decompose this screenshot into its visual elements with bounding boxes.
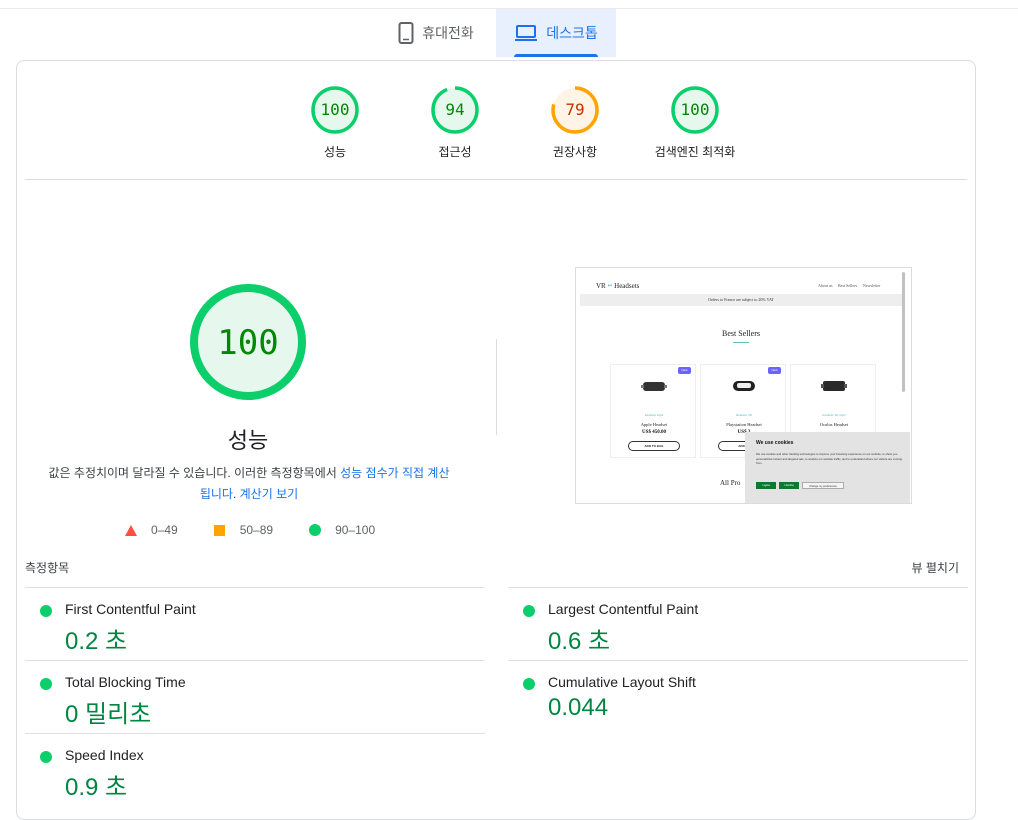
site-product-card: New Realistic sight Apple Headset US$ 45… [610,364,696,458]
performance-title: 성능 [227,428,269,453]
site-logo: VR •• Headsets [596,282,640,290]
legend-range: 90–100 [335,523,376,537]
vr-headset-icon [821,381,847,391]
metric-cls: Cumulative Layout Shift 0.044 [508,660,968,733]
cookie-agree-button: I agree [756,482,776,489]
metric-tbt: Total Blocking Time 0 밀리초 [25,660,485,733]
metric-name: First Contentful Paint [65,601,196,617]
pass-dot-icon [523,678,535,690]
product-category: Realistic 3D sight [822,413,846,417]
gauge-score: 94 [445,100,464,119]
pass-dot-icon [40,751,52,763]
metric-name: Largest Contentful Paint [548,601,699,617]
gauge-performance[interactable]: 100 성능 [275,85,395,160]
performance-note: 값은 추정치이며 달라질 수 있습니다. 이러한 측정항목에서 성능 점수가 직… [47,463,451,505]
gauge-seo[interactable]: 100 검색엔진 최적화 [635,85,755,160]
score-ring: 100 [311,86,359,134]
cookie-banner: We use cookies We use cookies and other … [745,432,910,503]
final-screenshot[interactable]: VR •• Headsets About us Best Sellers New… [575,267,912,504]
expand-view-toggle[interactable]: 뷰 펼치기 [912,559,960,576]
metric-value: 0.9 초 [65,774,128,801]
score-ring: 79 [551,86,599,134]
legend-range: 50–89 [239,523,274,537]
metric-value: 0.6 초 [548,628,611,655]
site-banner: Orders to France are subject to 20% VAT [580,294,902,306]
site-nav-item: Newsletter [863,283,881,288]
score-legend: 0–49 50–89 90–100 [125,523,411,537]
metric-value: 0.2 초 [65,628,128,655]
gauge-score: 79 [565,100,584,119]
legend-range: 0–49 [151,523,178,537]
product-badge: New [678,367,691,374]
metric-value: 0.044 [548,694,609,721]
pass-dot-icon [40,605,52,617]
vr-headset-icon [641,382,667,391]
product-badge: New [768,367,781,374]
score-ring: 100 [671,86,719,134]
calculator-link[interactable]: 계산기 보기 [240,487,299,501]
divider [25,179,967,180]
cookie-preferences-button: Change my preferences [802,482,844,489]
gauge-score: 100 [321,100,350,119]
screenshot-page: VR •• Headsets About us Best Sellers New… [580,272,910,503]
category-gauges: 100 성능 94 접근성 79 권장사항 100 검색엔진 최적화 [275,85,755,160]
legend-fail: 0–49 [125,523,178,537]
product-category: Realistic sight [644,413,664,417]
gauge-accessibility[interactable]: 94 접근성 [395,85,515,160]
tab-desktop[interactable]: 데스크톱 [496,9,616,57]
square-icon [213,524,225,536]
gauge-label: 권장사항 [552,145,598,159]
site-all-products-heading: All Pro [720,479,741,487]
gauge-label: 접근성 [438,145,472,159]
metric-lcp: Largest Contentful Paint 0.6 초 [508,587,968,660]
device-tabs: 휴대전화 데스크톱 [376,9,616,57]
triangle-icon [125,524,137,536]
product-name: Playstation Headset [726,422,762,427]
metric-value: 0 밀리초 [65,701,152,728]
product-category: Realistic 3D [735,413,752,417]
tab-desktop-label: 데스크톱 [546,25,598,41]
circle-icon [309,524,322,536]
metrics-header: 측정항목 [25,561,70,575]
metric-name: Total Blocking Time [65,674,186,690]
metric-si: Speed Index 0.9 초 [25,733,485,806]
site-section-title: Best Sellers [722,329,760,338]
metric-fcp: First Contentful Paint 0.2 초 [25,587,485,660]
product-name: Apple Headset [640,422,668,427]
metric-name: Speed Index [65,747,144,763]
legend-pass: 90–100 [309,523,375,537]
vertical-separator [496,339,497,435]
gauge-label: 검색엔진 최적화 [654,145,736,159]
metric-name: Cumulative Layout Shift [548,674,696,690]
legend-average: 50–89 [213,523,274,537]
note-text: 값은 추정치이며 달라질 수 있습니다. 이러한 측정항목에서 [48,466,341,480]
note-separator: . [232,487,240,501]
product-name: Oculus Headset [819,422,849,427]
site-scrollbar [902,272,905,392]
vr-headset-icon [733,381,755,391]
gauge-best-practices[interactable]: 79 권장사항 [515,85,635,160]
site-nav-item: Best Sellers [838,283,857,288]
performance-score: 100 [217,323,278,363]
cookie-decline-button: I decline [779,482,799,489]
pass-dot-icon [523,605,535,617]
gauge-label: 성능 [323,145,347,159]
report-card: 100 성능 94 접근성 79 권장사항 100 검색엔진 최적화 100 성… [16,60,976,820]
phone-icon [398,22,414,44]
performance-gauge: 100 [189,283,307,401]
score-ring: 94 [431,86,479,134]
laptop-icon [515,25,538,41]
site-nav-item: About us [818,283,833,288]
gauge-score: 100 [681,100,710,119]
product-price: US$ 450.00 [642,430,666,435]
cookie-text: We use cookies and other tracking techno… [756,452,902,465]
tab-mobile[interactable]: 휴대전화 [376,9,496,57]
cookie-title: We use cookies [756,440,794,446]
pass-dot-icon [40,678,52,690]
add-to-bag-button: ADD TO BAG [628,441,680,451]
site-title-underline [733,342,749,343]
tab-mobile-label: 휴대전화 [422,25,474,41]
